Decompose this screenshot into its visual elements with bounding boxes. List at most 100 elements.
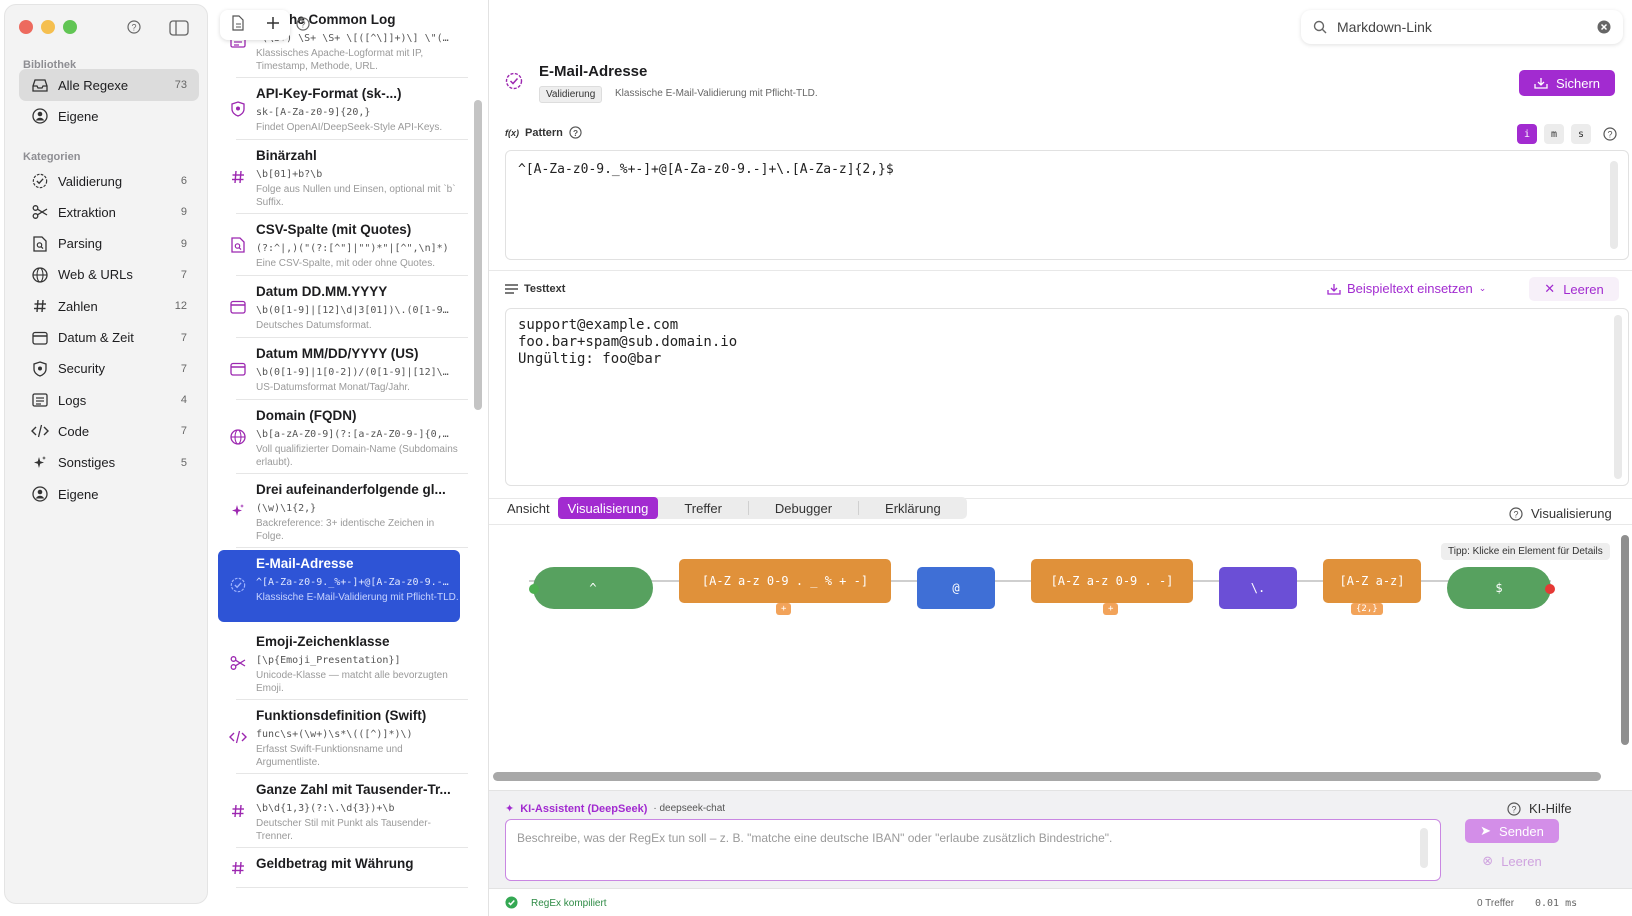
sidebar-item-label: Parsing [58,236,103,252]
diagram-node[interactable]: \. [1219,567,1297,609]
ai-clear-button[interactable]: ⊗ Leeren [1465,849,1559,873]
hash-icon [228,801,248,821]
list-item-pattern: \b[01]+b?\b [256,169,323,180]
list-item-title: Drei aufeinanderfolgende gl... [256,482,446,497]
list-item[interactable]: Datum DD.MM.YYYY \b(0[1-9]|[12]\d|3[01])\… [230,278,468,338]
sidebar-item-count: 9 [180,237,187,250]
sidebar-item-category-4[interactable]: Zahlen 12 [19,290,199,322]
pattern-text[interactable]: ^[A-Za-z0-9._%+-]+@[A-Za-z0-9.-]+\.[A-Za… [518,161,894,178]
sidebar-item-count: 7 [180,331,187,344]
ai-help-button[interactable]: ? KI-Hilfe [1507,801,1572,816]
list-item-pattern: \b(0[1-9]|1[0-2])/(0[1-9]|[12]\… [256,367,449,378]
zoom-window-button[interactable] [63,20,77,34]
list-item-title: Geldbetrag mit Währung [256,856,414,871]
sidebar-item-library-0[interactable]: Alle Regexe 73 [19,69,199,101]
sidebar-item-library-1[interactable]: Eigene [19,100,199,132]
regex-list: ? Apache Common Log ^(\S+) \S+ \S+ \[([^\… [212,0,488,916]
ai-model: · deepseek-chat [653,803,726,814]
flags-help-icon[interactable]: ? [1603,127,1617,146]
send-button[interactable]: ➤ Senden [1465,819,1559,843]
diagram-node[interactable]: $ [1447,567,1551,609]
sparkles-icon [228,501,248,521]
sidebar-item-category-3[interactable]: Web & URLs 7 [19,259,199,291]
diagram-node[interactable]: [A-Z a-z] [1323,559,1421,603]
seal-check-icon [228,575,248,595]
sidebar-item-label: Eigene [58,486,99,502]
diagram-node[interactable]: @ [917,567,995,609]
sidebar-item-category-2[interactable]: Parsing 9 [19,228,199,260]
sidebar-item-category-7[interactable]: Logs 4 [19,384,199,416]
minimize-window-button[interactable] [41,20,55,34]
close-window-button[interactable] [19,20,33,34]
visualization-help[interactable]: ? Visualisierung [1509,506,1612,521]
diagram-node[interactable]: ^ [533,567,653,609]
testtext-scrollbar[interactable] [1614,315,1622,479]
testtext-content[interactable]: support@example.com foo.bar+spam@sub.dom… [518,317,737,368]
clear-testtext-button[interactable]: ✕ Leeren [1529,277,1619,301]
globe-icon [228,427,248,447]
sidebar-item-category-9[interactable]: Sonstiges 5 [19,447,199,479]
sidebar: ? Bibliothek Alle Regexe 73 Eigene Kategor… [4,4,208,904]
pattern-help-icon[interactable]: ? [569,126,582,139]
document-search-icon [228,235,248,255]
list-scrollbar[interactable] [474,100,482,410]
list-item-pattern: (\w)\1{2,} [256,503,317,514]
sidebar-item-label: Alle Regexe [58,77,129,93]
flag-s-toggle[interactable]: s [1571,124,1591,144]
ai-prompt-input[interactable]: Beschreibe, was der RegEx tun soll – z. … [505,819,1441,881]
document-icon[interactable] [231,14,245,36]
list-item[interactable]: API-Key-Format (sk-...) sk-[A-Za-z0-9]{20… [231,80,468,140]
list-item-description: Findet OpenAI/DeepSeek-Style API-Keys. [256,122,443,133]
sidebar-item-category-0[interactable]: Validierung 6 [19,165,199,197]
diagram-vscrollbar[interactable] [1621,535,1629,745]
sidebar-toggle-icon[interactable] [169,20,189,36]
pattern-scrollbar[interactable] [1610,161,1618,249]
clear-search-icon[interactable] [1597,20,1611,37]
tab-treffer[interactable]: Treffer [658,497,748,519]
sidebar-item-category-10[interactable]: Eigene [19,478,199,510]
list-item[interactable]: Emoji-Zeichenklasse [\p{Emoji_Presentatio… [230,628,468,700]
regex-title: E-Mail-Adresse [539,63,648,80]
list-item[interactable]: Funktionsdefinition (Swift) func\s+(\w+)\… [229,702,468,774]
search-field[interactable]: Markdown-Link [1301,10,1623,44]
view-label: Ansicht [507,500,550,516]
diagram-node[interactable]: [A-Z a-z 0-9 . -] [1031,559,1193,603]
detail-pane: Markdown-Link E-Mail-Adresse Validierung… [488,0,1632,916]
tab-visualisierung[interactable]: Visualisierung [557,497,659,519]
testtext-editor[interactable]: support@example.com foo.bar+spam@sub.dom… [505,308,1629,486]
list-item[interactable]: Geldbetrag mit Währung [232,850,468,888]
save-button[interactable]: Sichern [1519,70,1615,96]
flag-m-toggle[interactable]: m [1544,124,1564,144]
tab-debugger[interactable]: Debugger [749,497,858,519]
insert-sample-button[interactable]: Beispieltext einsetzen ⌄ [1327,281,1486,296]
diagram-node[interactable]: [A-Z a-z 0-9 . _ % + -] [679,559,891,603]
list-item[interactable]: CSV-Spalte (mit Quotes) (?:^|,)("(?:[^"]|… [231,216,468,276]
sidebar-item-label: Web & URLs [58,267,133,283]
list-item[interactable]: Datum MM/DD/YYYY (US) \b(0[1-9]|1[0-2])/(… [230,340,468,400]
sidebar-item-count: 73 [174,79,187,91]
list-item-pattern: \b[a-zA-Z0-9](?:[a-zA-Z0-9-]{0,… [256,429,449,440]
info-icon[interactable]: ? [296,17,310,36]
list-item-title: Ganze Zahl mit Tausender-Tr... [256,782,451,797]
search-input[interactable]: Markdown-Link [1337,19,1432,35]
sidebar-item-category-1[interactable]: Extraktion 9 [19,196,199,228]
pattern-editor[interactable]: ^[A-Za-z0-9._%+-]+@[A-Za-z0-9.-]+\.[A-Za… [505,150,1629,260]
help-icon[interactable]: ? [127,20,141,34]
sidebar-item-category-5[interactable]: Datum & Zeit 7 [19,322,199,354]
list-item-title: API-Key-Format (sk-...) [256,86,402,101]
list-item[interactable]: Ganze Zahl mit Tausender-Tr... \b\d{1,3}(… [232,776,468,848]
tab-erklärung[interactable]: Erklärung [859,497,967,519]
sidebar-item-count: 7 [180,362,187,375]
sidebar-item-category-8[interactable]: Code 7 [19,415,199,447]
list-item[interactable]: Drei aufeinanderfolgende gl... (\w)\1{2,}… [232,476,468,548]
tray-icon [1327,283,1341,295]
list-item[interactable]: E-Mail-Adresse ^[A-Za-z0-9._%+-]+@[A-Za-z… [218,550,460,622]
flag-i-toggle[interactable]: i [1517,124,1537,144]
list-item[interactable]: Binärzahl \b[01]+b?\b Folge aus Nullen und… [232,142,468,214]
ai-input-scrollbar[interactable] [1420,828,1428,868]
list-item-pattern: func\s+(\w+)\s*\(([^)]*)\) [256,729,413,740]
list-item[interactable]: Domain (FQDN) \b[a-zA-Z0-9](?:[a-zA-Z0-9-… [230,402,468,474]
diagram-hscrollbar[interactable] [493,772,1601,781]
sidebar-item-category-6[interactable]: Security 7 [19,353,199,385]
add-icon[interactable] [266,16,280,35]
